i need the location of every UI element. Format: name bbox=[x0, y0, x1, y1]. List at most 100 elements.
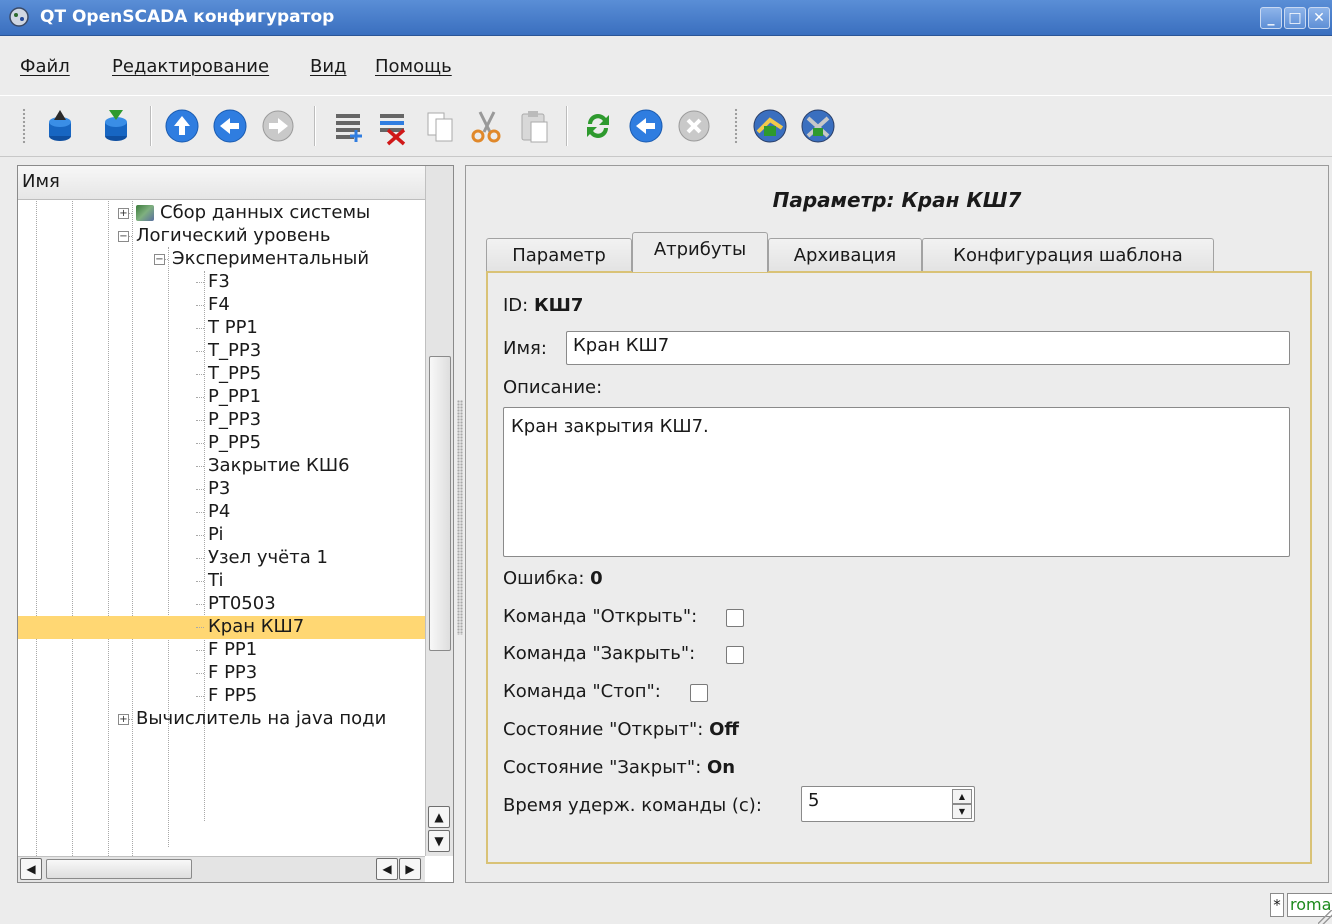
tree-item-label: Сбор данных системы bbox=[160, 202, 371, 223]
state-open-label: Состояние "Открыт": bbox=[503, 719, 704, 740]
tree-item-label: Экспериментальный bbox=[172, 248, 370, 269]
tree-item[interactable]: P3 bbox=[18, 478, 425, 501]
station-settings-icon[interactable] bbox=[798, 106, 838, 146]
tree-item[interactable]: Кран КШ7 bbox=[18, 616, 425, 639]
window-title: QT OpenSCADA конфигуратор bbox=[40, 7, 335, 27]
scroll-down-button[interactable]: ▼ bbox=[428, 830, 450, 852]
tree-item[interactable]: − Логический уровень bbox=[18, 225, 425, 248]
tree-item[interactable]: + Сбор данных системы bbox=[18, 202, 425, 225]
tree-horizontal-scrollbar[interactable]: ◀ ◀ ▶ bbox=[18, 856, 425, 882]
menu-view[interactable]: Вид bbox=[310, 56, 347, 77]
tree-item-label: T_PP3 bbox=[208, 340, 262, 361]
tree-item[interactable]: PT0503 bbox=[18, 593, 425, 616]
stop-icon[interactable] bbox=[674, 106, 714, 146]
db-load-icon[interactable] bbox=[40, 106, 80, 146]
tree-item-label: P_PP3 bbox=[208, 409, 262, 430]
error-row: Ошибка: 0 bbox=[503, 568, 603, 589]
navigation-tree[interactable]: Имя + Сбор данных системы − Логический уров… bbox=[17, 165, 454, 883]
tree-item[interactable]: T_PP3 bbox=[18, 340, 425, 363]
tree-item[interactable]: P4 bbox=[18, 501, 425, 524]
app-icon bbox=[9, 7, 29, 27]
collapse-icon[interactable]: − bbox=[154, 254, 165, 265]
state-close-label: Состояние "Закрыт": bbox=[503, 757, 702, 778]
station-connect-icon[interactable] bbox=[750, 106, 790, 146]
hold-time-label: Время удерж. команды (с): bbox=[503, 795, 762, 816]
cmd-stop-label: Команда "Стоп": bbox=[503, 681, 661, 702]
tree-item[interactable]: P_PP3 bbox=[18, 409, 425, 432]
tree-item-label: Закрытие КШ6 bbox=[208, 455, 350, 476]
collapse-icon[interactable]: − bbox=[118, 231, 129, 242]
forward-icon[interactable] bbox=[258, 106, 298, 146]
scroll-up-button[interactable]: ▲ bbox=[428, 806, 450, 828]
expand-icon[interactable]: + bbox=[118, 208, 129, 219]
tree-item-label: Ti bbox=[208, 570, 224, 591]
tree-item[interactable]: F PP3 bbox=[18, 662, 425, 685]
tree-item[interactable]: F PP1 bbox=[18, 639, 425, 662]
tree-item[interactable]: F3 bbox=[18, 271, 425, 294]
menu-file[interactable]: Файл bbox=[20, 56, 70, 77]
tree-item[interactable]: Ti bbox=[18, 570, 425, 593]
spin-down-button[interactable]: ▼ bbox=[952, 804, 972, 819]
minimize-button[interactable]: _ bbox=[1260, 7, 1282, 29]
toolbar-separator bbox=[314, 106, 316, 146]
resize-grip[interactable] bbox=[1318, 910, 1332, 924]
spin-up-button[interactable]: ▲ bbox=[952, 789, 972, 804]
add-item-icon[interactable] bbox=[328, 106, 368, 146]
tree-item[interactable]: F PP5 bbox=[18, 685, 425, 708]
delete-item-icon[interactable] bbox=[372, 106, 412, 146]
tab-parameter[interactable]: Параметр bbox=[486, 238, 632, 271]
tab-attributes[interactable]: Атрибуты bbox=[632, 232, 768, 272]
up-icon[interactable] bbox=[162, 106, 202, 146]
tab-archiving[interactable]: Архивация bbox=[768, 238, 922, 271]
cmd-stop-checkbox[interactable] bbox=[690, 684, 708, 702]
tree-item[interactable]: F4 bbox=[18, 294, 425, 317]
panel-splitter[interactable] bbox=[457, 400, 463, 635]
error-label: Ошибка: bbox=[503, 568, 585, 589]
name-field[interactable]: Кран КШ7 bbox=[566, 331, 1290, 365]
refresh-icon[interactable] bbox=[578, 106, 618, 146]
tree-item[interactable]: − Экспериментальный bbox=[18, 248, 425, 271]
cmd-open-checkbox[interactable] bbox=[726, 609, 744, 627]
tab-template-config[interactable]: Конфигурация шаблона bbox=[922, 238, 1214, 271]
vertical-scroll-thumb[interactable] bbox=[429, 356, 451, 651]
tree-header[interactable]: Имя bbox=[18, 166, 425, 200]
tree-item[interactable]: Закрытие КШ6 bbox=[18, 455, 425, 478]
tree-item[interactable]: P_PP5 bbox=[18, 432, 425, 455]
modified-indicator[interactable]: * bbox=[1270, 893, 1284, 917]
hold-time-value: 5 bbox=[808, 790, 820, 811]
cut-icon[interactable] bbox=[466, 106, 506, 146]
toolbar-grip[interactable] bbox=[22, 108, 26, 144]
back-icon[interactable] bbox=[210, 106, 250, 146]
db-save-icon[interactable] bbox=[96, 106, 136, 146]
copy-icon[interactable] bbox=[420, 106, 460, 146]
expand-icon[interactable]: + bbox=[118, 714, 129, 725]
maximize-button[interactable]: □ bbox=[1284, 7, 1306, 29]
toolbar-grip[interactable] bbox=[734, 108, 738, 144]
description-field[interactable]: Кран закрытия КШ7. bbox=[503, 407, 1290, 557]
horizontal-scroll-thumb[interactable] bbox=[46, 859, 192, 879]
start-icon[interactable] bbox=[626, 106, 666, 146]
attributes-page: ID: КШ7 Имя: Кран КШ7 Описание: Кран зак… bbox=[486, 271, 1312, 864]
cmd-close-checkbox[interactable] bbox=[726, 646, 744, 664]
tree-item[interactable]: Pi bbox=[18, 524, 425, 547]
parameter-panel: Параметр: Кран КШ7 Параметр Атрибуты Арх… bbox=[465, 165, 1329, 883]
menu-edit[interactable]: Редактирование bbox=[112, 56, 269, 77]
paste-icon[interactable] bbox=[514, 106, 554, 146]
scroll-right-button[interactable]: ▶ bbox=[399, 858, 421, 880]
tree-item[interactable]: P_PP1 bbox=[18, 386, 425, 409]
menu-help[interactable]: Помощь bbox=[375, 56, 452, 77]
tree-item[interactable]: T PP1 bbox=[18, 317, 425, 340]
tree-item-label: Вычислитель на java поди bbox=[136, 708, 387, 729]
tree-item[interactable]: Узел учёта 1 bbox=[18, 547, 425, 570]
toolbar-separator bbox=[150, 106, 152, 146]
scroll-left-button-2[interactable]: ◀ bbox=[376, 858, 398, 880]
tree-item[interactable]: T_PP5 bbox=[18, 363, 425, 386]
tree-vertical-scrollbar[interactable]: ▲ ▼ bbox=[425, 166, 453, 856]
tree-item-label: PT0503 bbox=[208, 593, 276, 614]
id-value: КШ7 bbox=[533, 295, 584, 316]
toolbar-separator bbox=[566, 106, 568, 146]
scroll-left-button[interactable]: ◀ bbox=[20, 858, 42, 880]
tree-item[interactable]: + Вычислитель на java поди bbox=[18, 708, 425, 731]
close-button[interactable]: ✕ bbox=[1308, 7, 1330, 29]
hold-time-spinbox[interactable]: 5 ▲ ▼ bbox=[801, 786, 975, 822]
